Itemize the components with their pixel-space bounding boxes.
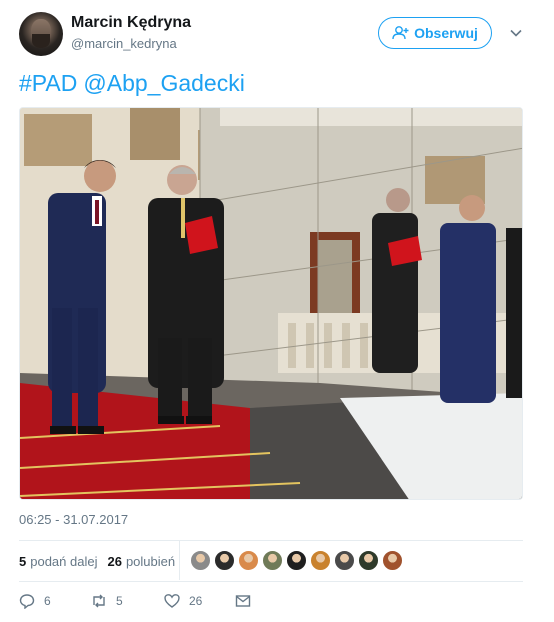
liker-avatar[interactable] (358, 550, 379, 571)
retweets-label[interactable]: podań dalej (30, 554, 97, 569)
reply-button[interactable]: 6 (19, 593, 51, 609)
avatar[interactable] (19, 12, 63, 56)
avatar-beard (32, 34, 50, 48)
chevron-down-icon[interactable] (509, 26, 523, 40)
tweet-text: #PAD @Abp_Gadecki (19, 70, 251, 97)
liker-avatar[interactable] (214, 550, 235, 571)
like-count: 26 (189, 594, 203, 608)
retweet-count: 5 (116, 594, 123, 608)
likers-avatars (190, 550, 403, 571)
reply-icon (19, 594, 35, 609)
add-user-icon (392, 26, 409, 40)
divider-bottom (19, 581, 523, 582)
stats-separator (179, 540, 180, 580)
liker-avatar[interactable] (334, 550, 355, 571)
likes-label[interactable]: polubień (126, 554, 175, 569)
divider-top (19, 540, 523, 541)
liker-avatar[interactable] (262, 550, 283, 571)
retweet-icon (93, 594, 105, 608)
author-handle[interactable]: @marcin_kedryna (71, 36, 177, 51)
tweet-timestamp[interactable]: 06:25 - 31.07.2017 (19, 512, 128, 527)
tweet-header: Marcin Kędryna @marcin_kedryna Obserwuj (19, 12, 539, 58)
liker-avatar[interactable] (310, 550, 331, 571)
like-button[interactable]: 26 (164, 593, 202, 609)
author-name[interactable]: Marcin Kędryna (71, 14, 191, 32)
tweet-actions: 6 5 26 (19, 593, 419, 613)
envelope-icon (235, 595, 251, 607)
photo-illustration (20, 108, 522, 499)
heart-icon (164, 594, 180, 608)
liker-avatar[interactable] (382, 550, 403, 571)
hashtag-link[interactable]: #PAD (19, 70, 77, 96)
follow-button-label: Obserwuj (414, 25, 478, 41)
follow-button[interactable]: Obserwuj (378, 17, 492, 49)
liker-avatar[interactable] (238, 550, 259, 571)
direct-message-button[interactable] (235, 593, 251, 609)
liker-avatar[interactable] (286, 550, 307, 571)
retweets-count[interactable]: 5 (19, 554, 26, 569)
reply-count: 6 (44, 594, 51, 608)
embedded-photo[interactable] (19, 107, 523, 500)
retweet-button[interactable]: 5 (91, 593, 123, 609)
engagement-stats: 5 podań dalej 26 polubień (19, 549, 175, 573)
liker-avatar[interactable] (190, 550, 211, 571)
likes-count[interactable]: 26 (107, 554, 121, 569)
mention-link[interactable]: @Abp_Gadecki (83, 70, 244, 96)
